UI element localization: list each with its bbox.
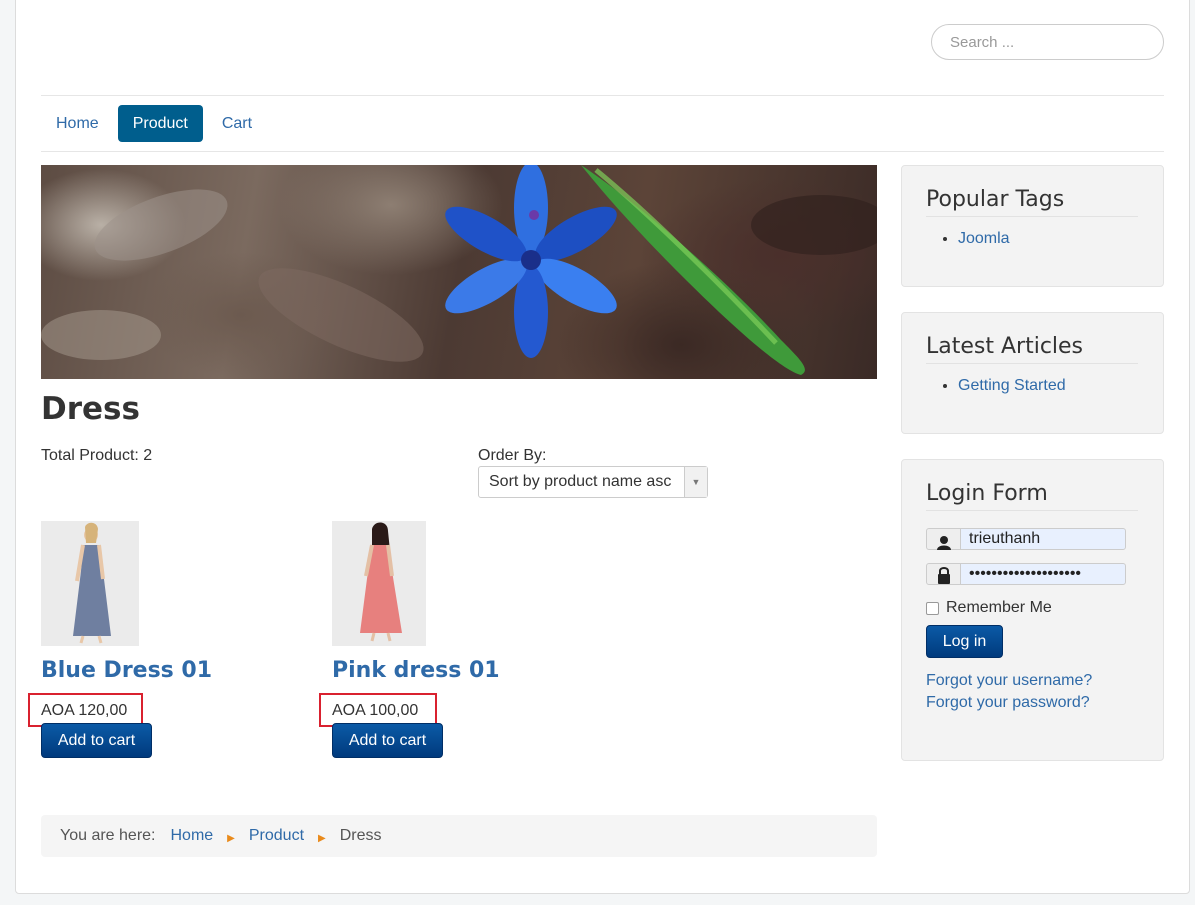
breadcrumb-separator-icon: ▶ — [227, 832, 235, 844]
nav-cart[interactable]: Cart — [207, 105, 267, 142]
breadcrumb-product[interactable]: Product — [249, 827, 304, 845]
breadcrumb-home[interactable]: Home — [170, 827, 213, 845]
article-link[interactable]: Getting Started — [958, 377, 1066, 394]
order-by-label: Order By: — [478, 447, 547, 464]
popular-tags-module: Popular Tags Joomla — [901, 165, 1164, 287]
remember-label: Remember Me — [946, 599, 1052, 616]
user-icon — [926, 528, 961, 550]
breadcrumb: You are here: Home ▶ Product ▶ Dress — [41, 815, 877, 857]
nav-product[interactable]: Product — [117, 105, 203, 142]
product-card: Blue Dress 01 AOA 120,00 Add to cart — [28, 521, 291, 761]
tag-link[interactable]: Joomla — [958, 230, 1010, 247]
login-button[interactable]: Log in — [926, 625, 1003, 658]
product-image[interactable] — [332, 521, 426, 646]
list-item: Joomla — [958, 230, 1010, 248]
module-title: Popular Tags — [926, 187, 1138, 217]
product-title[interactable]: Blue Dress 01 — [41, 658, 212, 683]
order-by-value: Sort by product name asc — [489, 473, 672, 490]
product-title[interactable]: Pink dress 01 — [332, 658, 500, 683]
divider — [41, 151, 1164, 152]
breadcrumb-separator-icon: ▶ — [318, 832, 326, 844]
total-product: Total Product: 2 — [41, 447, 153, 464]
remember-checkbox[interactable] — [926, 601, 939, 615]
page-container: Home Product Cart Dress Total Produ — [15, 0, 1190, 894]
module-title: Latest Articles — [926, 334, 1138, 364]
breadcrumb-current: Dress — [339, 827, 382, 844]
product-price: AOA 100,00 — [332, 702, 419, 719]
username-row — [926, 528, 1126, 550]
module-title: Login Form — [926, 481, 1138, 511]
page-title: Dress — [41, 391, 140, 427]
list-item: Getting Started — [958, 377, 1066, 395]
product-price: AOA 120,00 — [41, 702, 128, 719]
product-image[interactable] — [41, 521, 139, 646]
username-field[interactable] — [960, 528, 1126, 550]
breadcrumb-label: You are here: — [60, 827, 156, 844]
latest-articles-module: Latest Articles Getting Started — [901, 312, 1164, 434]
article-list: Getting Started — [926, 377, 1066, 395]
dropdown-arrow-icon: ▼ — [684, 467, 707, 497]
banner-image — [41, 165, 877, 379]
nav-home[interactable]: Home — [41, 105, 114, 142]
add-to-cart-button[interactable]: Add to cart — [332, 723, 443, 758]
remember-me[interactable]: Remember Me — [926, 599, 1052, 617]
dress-image — [41, 521, 139, 646]
search-input[interactable] — [931, 24, 1164, 60]
forgot-username-link[interactable]: Forgot your username? — [926, 672, 1092, 690]
forgot-password-link[interactable]: Forgot your password? — [926, 694, 1090, 712]
add-to-cart-button[interactable]: Add to cart — [41, 723, 152, 758]
login-form-module: Login Form Remember Me Log in Forgot you… — [901, 459, 1164, 761]
flower-illustration — [41, 165, 877, 375]
main-nav: Home Product Cart — [41, 105, 267, 142]
password-row — [926, 563, 1126, 585]
dress-image — [332, 521, 426, 646]
divider — [41, 95, 1164, 96]
tag-list: Joomla — [926, 230, 1010, 248]
product-card: Pink dress 01 AOA 100,00 Add to cart — [319, 521, 582, 761]
password-field[interactable] — [960, 563, 1126, 585]
order-by-select[interactable]: Sort by product name asc ▼ — [478, 466, 708, 498]
lock-icon — [926, 563, 961, 585]
